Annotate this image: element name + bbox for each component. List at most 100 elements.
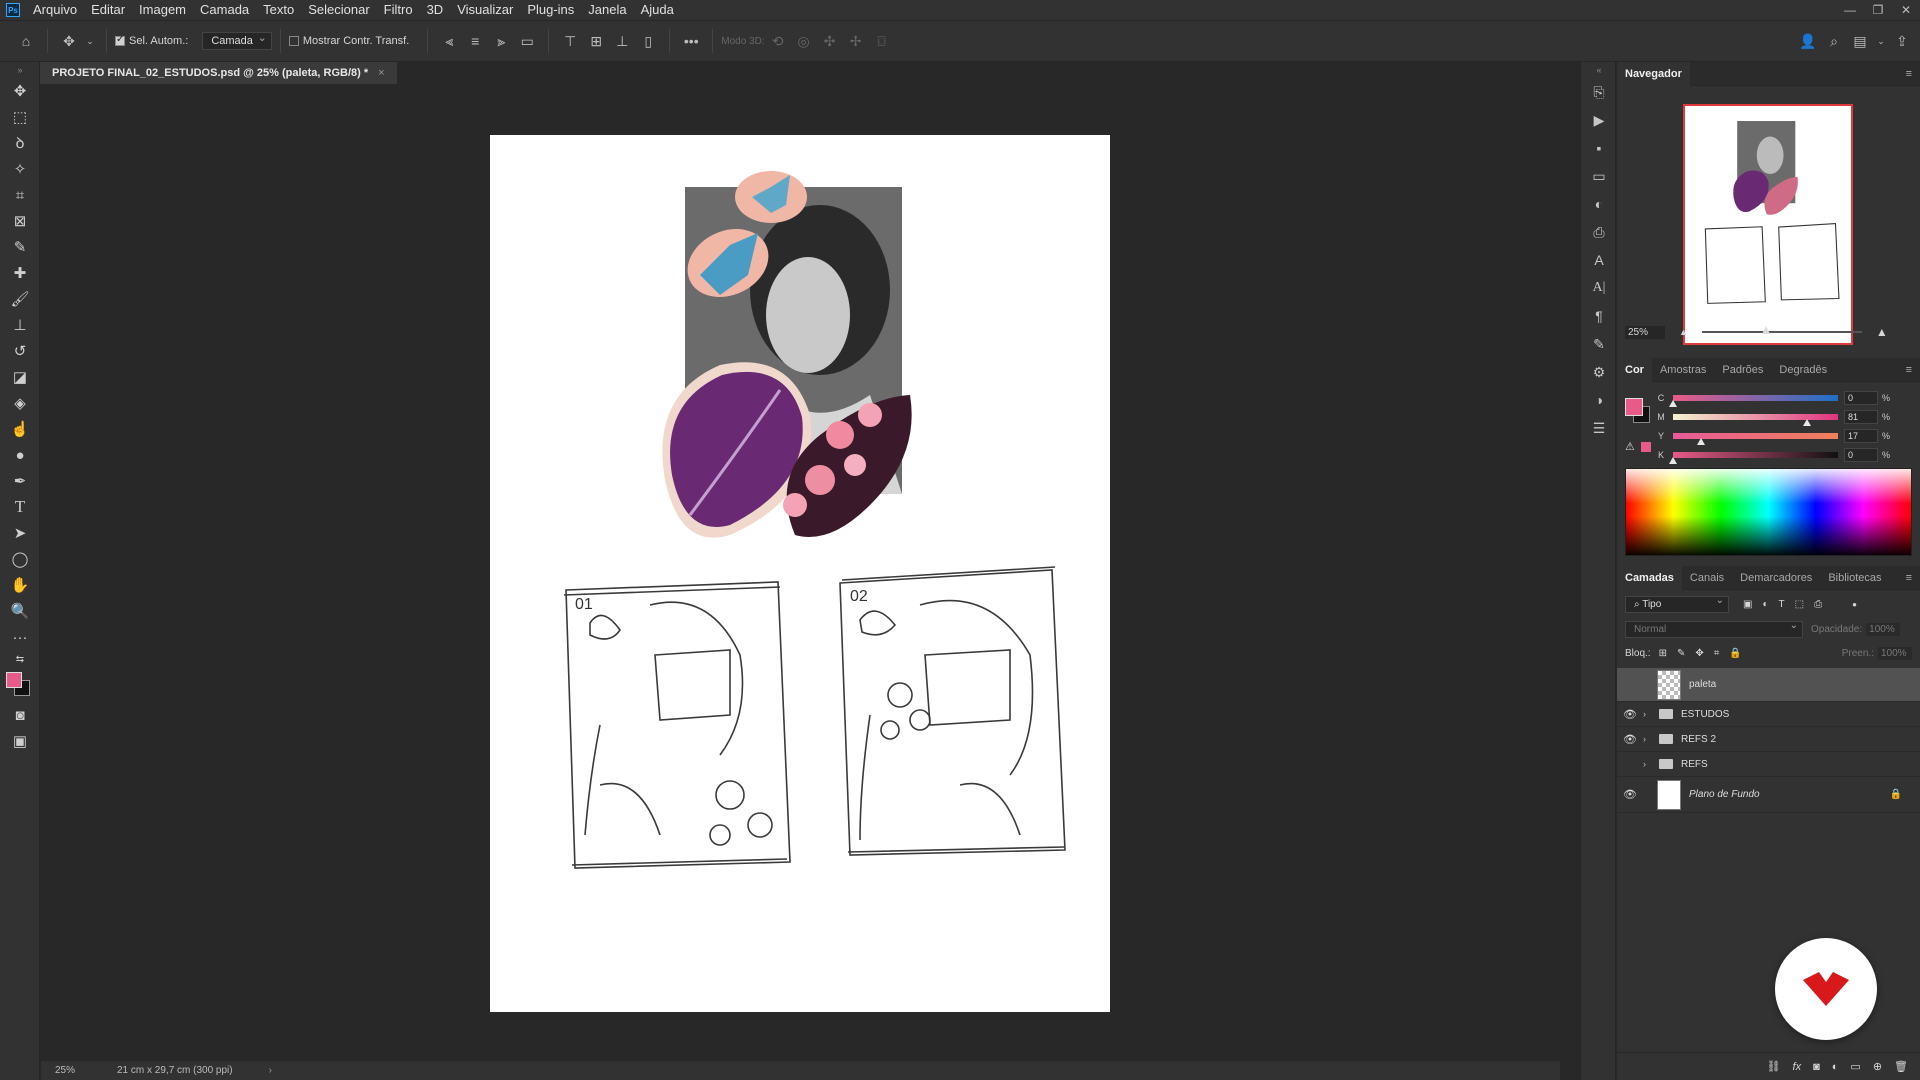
edit-toolbar-icon[interactable]: ··· [0, 624, 40, 650]
lasso-tool-icon[interactable]: ꝺ [0, 130, 40, 156]
share-icon[interactable]: ⇪ [1892, 31, 1912, 51]
layer-name[interactable]: REFS [1681, 759, 1708, 770]
panel-menu-icon[interactable]: ≡ [1906, 572, 1912, 584]
photoshop-logo-icon[interactable]: Ps [6, 3, 20, 17]
filter-smart-object-icon[interactable]: ⎙ [1814, 599, 1822, 610]
visibility-eye-icon[interactable]: 👁 [1617, 678, 1643, 691]
channel-track[interactable] [1669, 451, 1838, 464]
channel-track[interactable] [1673, 413, 1838, 426]
actions-panel-icon[interactable]: ▶ [1581, 106, 1617, 134]
move-tool-icon[interactable]: ✥ [0, 78, 40, 104]
link-layers-icon[interactable]: ⛓ [1767, 1060, 1781, 1073]
layer-row-estudos[interactable]: 👁 › ESTUDOS [1617, 702, 1920, 727]
zoom-slider[interactable] [1701, 326, 1862, 334]
zoom-tool-icon[interactable]: 🔍 [0, 598, 40, 624]
collapse-toolbar-icon[interactable]: » [0, 62, 40, 78]
chevron-down-icon[interactable]: ⌄ [1876, 31, 1886, 51]
menu-selecionar[interactable]: Selecionar [301, 0, 376, 20]
clone-source-icon[interactable]: ⎙ [1581, 218, 1617, 246]
lock-image-icon[interactable]: ✎ [1677, 648, 1685, 659]
stamp-tool-icon[interactable]: ⊥ [0, 312, 40, 338]
pen-tool-icon[interactable]: ✒ [0, 468, 40, 494]
type-tool-icon[interactable]: T [0, 494, 40, 520]
align-right-icon[interactable]: ⫸ [491, 31, 511, 51]
auto-select-target-dropdown[interactable]: Camada [202, 31, 272, 50]
path-selection-tool-icon[interactable]: ➤ [0, 520, 40, 546]
panel-menu-icon[interactable]: ≡ [1906, 364, 1912, 376]
tool-presets-icon[interactable]: ▪ [1581, 134, 1617, 162]
magic-wand-tool-icon[interactable]: ✧ [0, 156, 40, 182]
adjustments-icon[interactable]: ◐ [1581, 190, 1617, 218]
foreground-color-swatch[interactable] [6, 672, 22, 688]
status-arrow-icon[interactable]: › [269, 1065, 272, 1076]
layer-name[interactable]: paleta [1689, 679, 1716, 690]
hand-tool-icon[interactable]: ✋ [0, 572, 40, 598]
share-user-icon[interactable]: 👤 [1798, 31, 1818, 51]
channel-thumb[interactable] [1802, 418, 1811, 426]
channel-thumb[interactable] [1669, 456, 1677, 464]
visibility-eye-icon[interactable]: 👁 [1617, 788, 1643, 801]
blend-mode-dropdown[interactable]: Normal [1625, 620, 1803, 638]
channel-value[interactable]: 17 [1844, 428, 1878, 443]
new-layer-icon[interactable]: ⊕ [1873, 1060, 1882, 1073]
brush-settings-icon[interactable]: ✎ [1581, 330, 1617, 358]
channel-thumb[interactable] [1697, 437, 1706, 445]
expand-chevron-icon[interactable]: › [1643, 709, 1655, 719]
marquee-tool-icon[interactable]: ⬚ [0, 104, 40, 130]
filter-adjustment-icon[interactable]: ◐ [1762, 599, 1768, 610]
eraser-tool-icon[interactable]: ◪ [0, 364, 40, 390]
lock-position-icon[interactable]: ✥ [1695, 648, 1703, 659]
layer-filter-dropdown[interactable]: ⌕ Tipo [1625, 595, 1729, 613]
zoom-out-icon[interactable]: ▲ [1679, 327, 1688, 337]
layer-row-paleta[interactable]: 👁 paleta [1617, 668, 1920, 702]
lock-all-icon[interactable]: 🔒 [1729, 648, 1741, 659]
lock-transparent-icon[interactable]: ⊞ [1659, 648, 1667, 659]
dodge-tool-icon[interactable]: ● [0, 442, 40, 468]
gamut-color-chip[interactable] [1641, 442, 1651, 452]
expand-chevron-icon[interactable]: › [1643, 734, 1655, 744]
tab-amostras[interactable]: Amostras [1652, 358, 1714, 382]
chevron-down-icon[interactable]: ⌄ [85, 31, 95, 51]
more-options-icon[interactable]: ••• [681, 31, 701, 51]
close-tab-icon[interactable]: × [378, 62, 384, 84]
collapse-dock-icon[interactable]: « [1581, 62, 1617, 78]
smudge-tool-icon[interactable]: ☝ [0, 416, 40, 442]
fill-field[interactable]: 100% [1878, 646, 1912, 660]
paragraph-panel-icon[interactable]: ¶ [1581, 302, 1617, 330]
glyphs-icon[interactable]: A [1581, 246, 1617, 274]
expand-chevron-icon[interactable]: › [1643, 759, 1655, 769]
new-group-icon[interactable]: ▭ [1850, 1060, 1860, 1073]
filter-type-icon[interactable]: T [1779, 599, 1785, 610]
lock-artboard-icon[interactable]: ⌗ [1714, 648, 1720, 659]
visibility-eye-icon[interactable]: 👁 [1617, 708, 1643, 721]
layer-row-refs2[interactable]: 👁 › REFS 2 [1617, 727, 1920, 752]
channel-value[interactable]: 0 [1844, 447, 1878, 462]
workspace-icon[interactable]: ▤ [1850, 31, 1870, 51]
tab-demarcadores[interactable]: Demarcadores [1732, 566, 1820, 590]
tab-canais[interactable]: Canais [1682, 566, 1732, 590]
menu-editar[interactable]: Editar [84, 0, 132, 20]
properties-icon[interactable]: ⚙ [1581, 358, 1617, 386]
close-window-icon[interactable]: ✕ [1892, 0, 1920, 20]
restore-icon[interactable]: ❐ [1864, 0, 1892, 20]
layer-name[interactable]: ESTUDOS [1681, 709, 1729, 720]
auto-select-checkbox[interactable] [115, 34, 125, 46]
panel-menu-icon[interactable]: ≡ [1906, 68, 1912, 80]
layer-name[interactable]: Plano de Fundo [1689, 789, 1760, 800]
align-middle-icon[interactable]: ⊞ [586, 31, 606, 51]
history-panel-icon[interactable]: ⎘ [1581, 78, 1617, 106]
visibility-eye-icon[interactable]: 👁 [1617, 733, 1643, 746]
align-center-icon[interactable]: ≡ [465, 31, 485, 51]
paint-bucket-tool-icon[interactable]: ◈ [0, 390, 40, 416]
gamut-warning-icon[interactable]: ⚠ [1625, 440, 1635, 453]
zoom-in-icon[interactable]: ▲ [1876, 325, 1888, 339]
align-bottom-icon[interactable]: ⊥ [612, 31, 632, 51]
navigator-zoom-field[interactable]: 25% [1625, 325, 1665, 339]
crop-tool-icon[interactable]: ⌗ [0, 182, 40, 208]
character-panel-icon[interactable]: A| [1581, 274, 1617, 302]
menu-camada[interactable]: Camada [193, 0, 256, 20]
menu-filtro[interactable]: Filtro [377, 0, 420, 20]
tab-navegador[interactable]: Navegador [1617, 61, 1690, 86]
layer-name[interactable]: REFS 2 [1681, 734, 1716, 745]
swap-colors-icon[interactable]: ⇆ [0, 650, 40, 668]
